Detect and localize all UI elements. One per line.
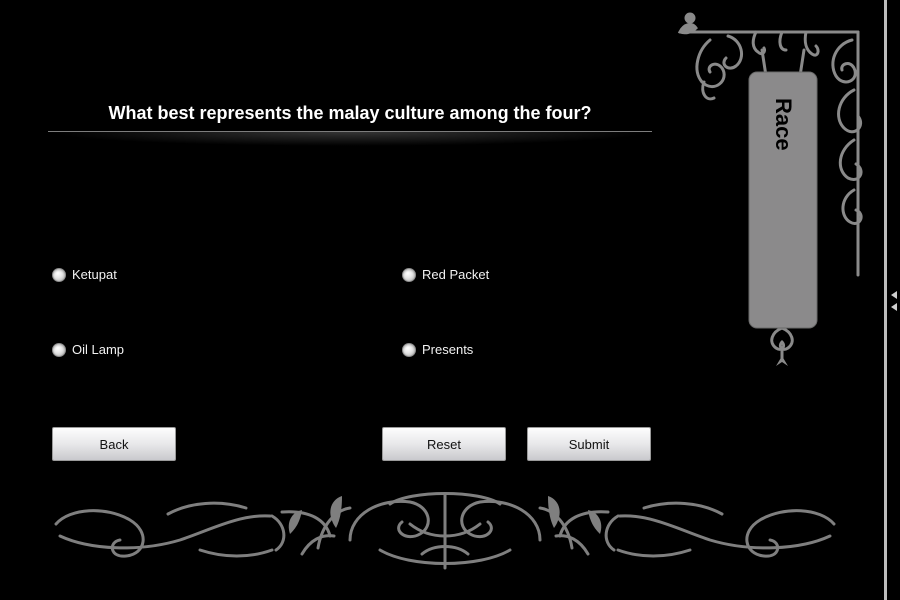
reset-button[interactable]: Reset (382, 427, 506, 461)
option-ketupat[interactable]: Ketupat (52, 267, 117, 282)
collapse-arrows-icon[interactable] (888, 289, 900, 313)
submit-button[interactable]: Submit (527, 427, 651, 461)
option-label: Oil Lamp (72, 342, 125, 357)
sign-label: Race (771, 98, 796, 151)
radio-button-icon[interactable] (402, 267, 416, 282)
option-presents[interactable]: Presents (402, 342, 473, 357)
radio-button-icon[interactable] (52, 267, 66, 282)
option-label: Presents (422, 342, 474, 357)
radio-button-icon[interactable] (52, 342, 66, 357)
question-text: What best represents the malay culture a… (108, 103, 592, 123)
radio-button-icon[interactable] (402, 342, 416, 357)
question-divider (48, 131, 652, 146)
side-panel-edge (884, 0, 887, 600)
option-red-packet[interactable]: Red Packet (402, 267, 489, 282)
floral-scroll-ornament (54, 492, 836, 570)
option-label: Red Packet (422, 267, 490, 282)
back-button[interactable]: Back (52, 427, 176, 461)
sign-label-wrapper: Race (752, 72, 814, 322)
option-oil-lamp[interactable]: Oil Lamp (52, 342, 124, 357)
option-label: Ketupat (72, 267, 117, 282)
